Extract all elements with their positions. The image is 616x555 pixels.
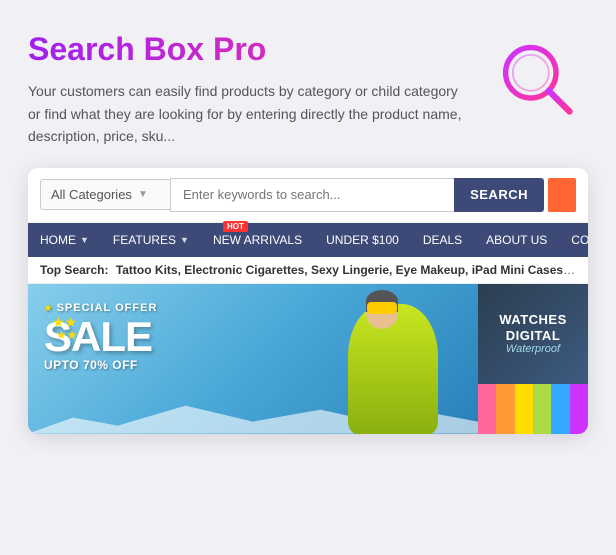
nav-arrow-home: ▼: [80, 235, 89, 245]
watches-panel: WATCHES DIGITAL Waterproof: [478, 284, 588, 384]
nav-item-about-us[interactable]: ABOUT US: [474, 223, 559, 257]
hair-strip-1: [478, 384, 496, 434]
top-search-items[interactable]: Tattoo Kits, Electronic Cigarettes, Sexy…: [116, 263, 588, 277]
nav-item-deals[interactable]: DEALS: [411, 223, 474, 257]
category-label: All Categories: [51, 187, 132, 202]
magnifier-icon: [493, 35, 583, 125]
hot-badge: HOT: [223, 221, 248, 232]
search-input[interactable]: [170, 178, 454, 212]
search-icon-container: [488, 30, 588, 130]
nav-item-new-arrivals[interactable]: NEW ARRIVALS: [201, 223, 314, 257]
category-select[interactable]: All Categories ▼: [40, 179, 170, 210]
hair-panel: [478, 384, 588, 434]
hair-colors: [478, 384, 588, 434]
upto-text: UPTO 70% OFF: [44, 358, 157, 372]
skier-area: [278, 284, 478, 434]
chevron-down-icon: ▼: [138, 189, 148, 200]
main-title: Search Box Pro: [28, 30, 468, 68]
skier-goggles: [367, 302, 397, 314]
yellow-arrows-bottom: ★★: [56, 328, 78, 342]
hair-strip-5: [551, 384, 569, 434]
header-text: Search Box Pro Your customers can easily…: [28, 30, 468, 148]
hero-section: ★★ SPECIAL OFFER SALE ★★ UPTO 70% OFF WA…: [28, 284, 588, 434]
nav-bar: HOT HOME ▼ FEATURES ▼ NEW ARRIVALS UNDER…: [28, 223, 588, 257]
nav-item-home[interactable]: HOME ▼: [28, 223, 101, 257]
hair-strip-6: [570, 384, 588, 434]
top-search-label: Top Search:: [40, 263, 108, 277]
hair-strip-2: [496, 384, 514, 434]
nav-item-features[interactable]: FEATURES ▼: [101, 223, 201, 257]
nav-arrow-features: ▼: [180, 235, 189, 245]
search-bar-row: All Categories ▼ SEARCH: [28, 168, 588, 223]
nav-item-contact[interactable]: CONTAC: [559, 223, 588, 257]
orange-tab: [548, 178, 576, 212]
header-section: Search Box Pro Your customers can easily…: [28, 30, 588, 148]
nav-item-under100[interactable]: UNDER $100: [314, 223, 411, 257]
top-search-bar: Top Search: Tattoo Kits, Electronic Ciga…: [28, 257, 588, 284]
side-panels: WATCHES DIGITAL Waterproof: [478, 284, 588, 434]
watches-title-line1: WATCHES: [488, 312, 578, 328]
hair-strip-4: [533, 384, 551, 434]
description: Your customers can easily find products …: [28, 80, 468, 147]
browser-mockup: All Categories ▼ SEARCH HOT HOME ▼ FEATU…: [28, 168, 588, 434]
hair-strip-3: [515, 384, 533, 434]
watches-subtitle: Waterproof: [488, 343, 578, 355]
sale-badge: ★★ SPECIAL OFFER SALE ★★ UPTO 70% OFF: [44, 302, 157, 372]
search-button[interactable]: SEARCH: [454, 178, 544, 212]
special-offer-text: SPECIAL OFFER: [44, 302, 157, 314]
hero-banner: ★★ SPECIAL OFFER SALE ★★ UPTO 70% OFF: [28, 284, 478, 434]
watches-title-line2: DIGITAL: [488, 328, 578, 344]
